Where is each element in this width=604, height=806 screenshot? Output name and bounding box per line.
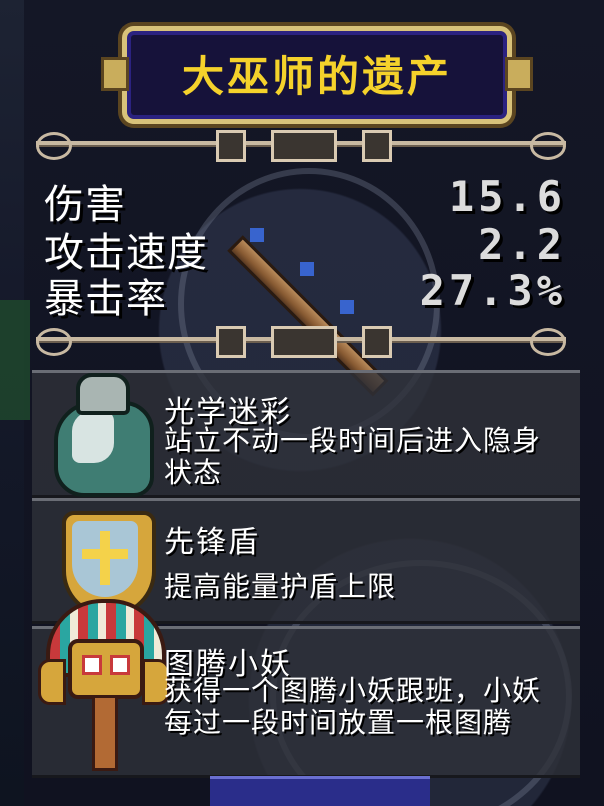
totem-icon — [38, 599, 170, 771]
cloak-icon — [42, 373, 162, 497]
item-tooltip-screen: 大巫师的遗产 伤害 15.6 攻击速度 2.2 暴击率 27.3% 光学迷彩 站… — [0, 0, 604, 806]
item-description: 站立不动一段时间后进入隐身状态 — [164, 424, 542, 489]
stat-row-crit-rate: 暴击率 27.3% — [44, 266, 566, 322]
background-foliage — [0, 300, 30, 420]
item-card[interactable]: 图腾小妖 获得一个图腾小妖跟班，小妖每过一段时间放置一根图腾 — [32, 599, 580, 778]
stat-row-damage: 伤害 15.6 — [44, 172, 566, 228]
stat-value: 27.3% — [419, 266, 566, 315]
stat-label: 暴击率 — [44, 276, 167, 322]
ornate-divider — [36, 130, 566, 162]
title-plate: 大巫师的遗产 — [101, 26, 533, 124]
item-card[interactable]: 光学迷彩 站立不动一段时间后进入隐身状态 — [32, 370, 580, 498]
item-name: 先锋盾 — [164, 525, 260, 560]
weapon-title: 大巫师的遗产 — [181, 52, 452, 101]
item-description: 提高能量护盾上限 — [164, 570, 397, 603]
stat-row-attack-speed: 攻击速度 2.2 — [44, 220, 566, 276]
stat-value: 2.2 — [478, 220, 566, 269]
background-label-strip — [210, 776, 430, 806]
stat-value: 15.6 — [448, 172, 566, 221]
ornate-divider — [36, 326, 566, 358]
item-description: 获得一个图腾小妖跟班，小妖每过一段时间放置一根图腾 — [164, 674, 542, 739]
